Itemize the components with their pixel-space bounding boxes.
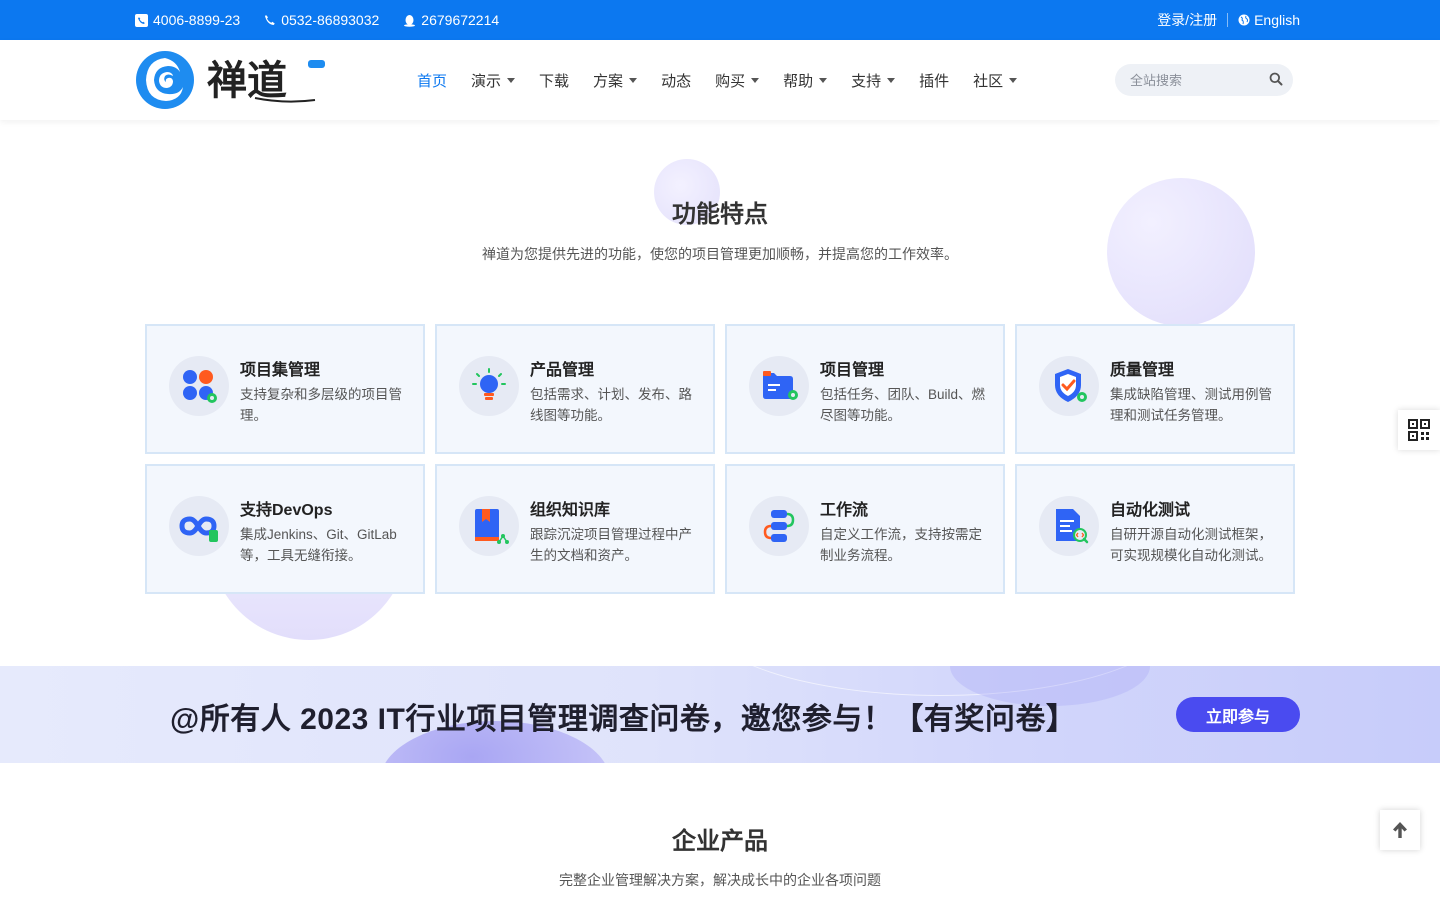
- feature-card[interactable]: 支持DevOps 集成Jenkins、Git、GitLab等，工具无缝衔接。: [145, 464, 425, 594]
- top-bar: 4006-8899-23 0532-86893032 2679672214 登录…: [0, 0, 1440, 40]
- nav-item-label: 方案: [593, 72, 624, 90]
- globe-icon: [1238, 14, 1250, 26]
- feature-card[interactable]: 项目管理包括任务、团队、Build、燃尽图等功能。: [725, 324, 1005, 454]
- arrow-up-icon: [1393, 822, 1407, 838]
- nav-item-label: 社区: [973, 72, 1004, 90]
- feature-card-description: 支持复杂和多层级的项目管理。: [240, 387, 402, 423]
- main-header: 禅道 首页 演示 下载 方案 动态 购买 帮助 支持 插件 社区: [0, 40, 1440, 120]
- site-search: [1115, 64, 1293, 96]
- feature-card-title: 支持DevOps: [240, 502, 333, 519]
- join-survey-button[interactable]: 立即参与: [1176, 697, 1300, 732]
- nav-item[interactable]: 购买: [715, 70, 760, 91]
- search-icon[interactable]: [1269, 72, 1283, 86]
- qq-text: 2679672214: [421, 12, 500, 28]
- login-link[interactable]: 登录/注册: [1157, 10, 1217, 30]
- contact-phone1[interactable]: 4006-8899-23: [135, 12, 240, 28]
- feature-card-description: 包括需求、计划、发布、路线图等功能。: [530, 387, 692, 423]
- feature-card-description: 自研开源自动化测试框架，可实现规模化自动化测试。: [1110, 527, 1272, 563]
- nav-item-label: 首页: [417, 72, 448, 90]
- feature-card-title: 质量管理: [1110, 362, 1175, 379]
- main-nav: 首页 演示 下载 方案 动态 购买 帮助 支持 插件 社区: [405, 40, 1029, 120]
- language-label: English: [1254, 12, 1300, 28]
- feature-card[interactable]: 组织知识库跟踪沉淀项目管理过程中产生的文档和资产。: [435, 464, 715, 594]
- svg-text:禅道: 禅道: [207, 57, 287, 104]
- phone-square-icon: [135, 13, 148, 27]
- survey-banner[interactable]: @所有人 2023 IT行业项目管理调查问卷，邀您参与！【有奖问卷】 立即参与: [0, 666, 1440, 763]
- search-input[interactable]: [1115, 72, 1255, 88]
- feature-cards: 项目集管理 支持复杂和多层级的项目管理。 产品管理 包括需求、计划、发布、路线图等功能…: [145, 324, 1295, 594]
- infinity-icon: [169, 496, 229, 556]
- book-icon: [459, 496, 519, 556]
- caret-down-icon: [1009, 77, 1018, 83]
- feature-card-description: 包括任务、团队、Build、燃尽图等功能。: [820, 387, 986, 423]
- nav-item[interactable]: 演示: [471, 70, 516, 91]
- qr-code-button[interactable]: [1398, 410, 1440, 450]
- lightbulb-icon: [459, 356, 519, 416]
- topbar-right: 登录/注册 English: [1157, 0, 1300, 40]
- feature-card-description: 跟踪沉淀项目管理过程中产生的文档和资产。: [530, 527, 692, 563]
- caret-down-icon: [507, 77, 516, 83]
- feature-card-description: 集成Jenkins、Git、GitLab等，工具无缝衔接。: [240, 527, 397, 563]
- nav-item[interactable]: 社区: [973, 70, 1018, 91]
- features-subtitle: 禅道为您提供先进的功能，使您的项目管理更加顺畅，并提高您的工作效率。: [482, 246, 958, 262]
- nav-item-label: 下载: [539, 72, 570, 90]
- feature-card-description: 集成缺陷管理、测试用例管理和测试任务管理。: [1110, 387, 1272, 423]
- nav-item[interactable]: 支持: [851, 70, 896, 91]
- feature-card[interactable]: 项目集管理支持复杂和多层级的项目管理。: [145, 324, 425, 454]
- nav-item[interactable]: 首页: [417, 70, 447, 91]
- folder-icon: [749, 356, 809, 416]
- phone2-text: 0532-86893032: [281, 12, 380, 28]
- features-title: 功能特点: [672, 201, 768, 228]
- feature-card-title: 自动化测试: [1110, 502, 1191, 519]
- nav-item-label: 插件: [919, 72, 950, 90]
- feature-card-title: 项目管理: [820, 362, 885, 379]
- feature-card-title: 工作流: [820, 502, 869, 519]
- products-title: 企业产品: [672, 828, 768, 855]
- nav-item-label: 动态: [661, 72, 692, 90]
- contact-qq[interactable]: 2679672214: [403, 12, 499, 28]
- feature-card[interactable]: 质量管理集成缺陷管理、测试用例管理和测试任务管理。: [1015, 324, 1295, 454]
- nav-item-label: 演示: [471, 72, 502, 90]
- nav-item[interactable]: 插件: [919, 70, 949, 91]
- divider: [1227, 13, 1229, 27]
- caret-down-icon: [629, 77, 638, 83]
- logo[interactable]: 禅道: [135, 50, 330, 110]
- phone1-text: 4006-8899-23: [153, 12, 241, 28]
- feature-card-title: 组织知识库: [530, 502, 611, 519]
- shield-check-icon: [1039, 356, 1099, 416]
- auto-test-icon: [1039, 496, 1099, 556]
- feature-card[interactable]: 产品管理包括需求、计划、发布、路线图等功能。: [435, 324, 715, 454]
- nav-item[interactable]: 动态: [661, 70, 691, 91]
- caret-down-icon: [887, 77, 896, 83]
- nav-item-label: 支持: [851, 72, 882, 90]
- nav-item[interactable]: 方案: [593, 70, 638, 91]
- feature-card-description: 自定义工作流，支持按需定制业务流程。: [820, 527, 982, 563]
- feature-card-title: 项目集管理: [240, 362, 321, 379]
- phone-icon: [265, 15, 275, 25]
- feature-card[interactable]: 工作流自定义工作流，支持按需定制业务流程。: [725, 464, 1005, 594]
- nav-item[interactable]: 帮助: [783, 70, 828, 91]
- feature-card-title: 产品管理: [530, 362, 595, 379]
- program-icon: [169, 356, 229, 416]
- qr-code-icon: [1408, 419, 1430, 441]
- contact-info: 4006-8899-23 0532-86893032 2679672214: [135, 0, 523, 40]
- back-to-top-button[interactable]: [1380, 810, 1420, 850]
- language-switch[interactable]: English: [1238, 12, 1300, 28]
- qq-icon: [404, 14, 416, 27]
- workflow-icon: [749, 496, 809, 556]
- products-subtitle: 完整企业管理解决方案，解决成长中的企业各项问题: [559, 872, 881, 888]
- caret-down-icon: [751, 77, 760, 83]
- nav-item-label: 帮助: [783, 72, 814, 90]
- nav-item[interactable]: 下载: [539, 70, 569, 91]
- feature-card[interactable]: 自动化测试自研开源自动化测试框架，可实现规模化自动化测试。: [1015, 464, 1295, 594]
- caret-down-icon: [819, 77, 828, 83]
- zentao-logo-icon: 禅道: [136, 51, 325, 109]
- contact-phone2[interactable]: 0532-86893032: [264, 12, 379, 28]
- nav-item-label: 购买: [715, 72, 746, 90]
- banner-text: @所有人 2023 IT行业项目管理调查问卷，邀您参与！【有奖问卷】: [170, 703, 1077, 736]
